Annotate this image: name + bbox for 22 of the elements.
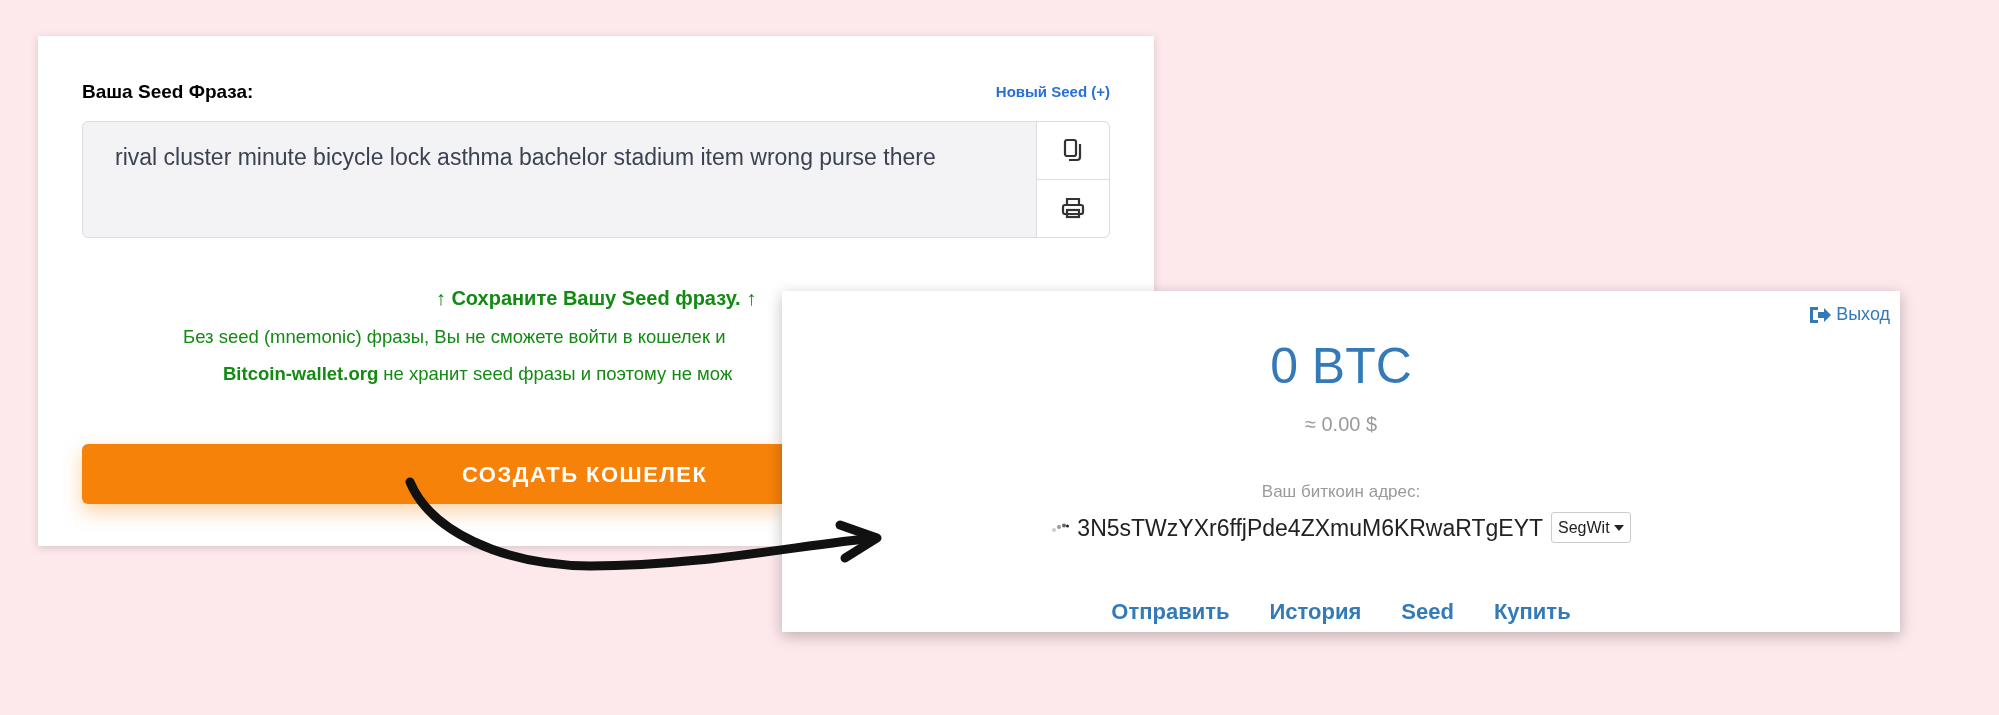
copy-icon xyxy=(1063,138,1083,162)
logout-icon xyxy=(1808,304,1833,325)
bitcoin-address: 3N5sTWzYXr6ffjPde4ZXmuM6KRwaRTgEYT xyxy=(1077,513,1544,543)
address-label: Ваш биткоин адрес: xyxy=(1261,481,1421,503)
nav-link[interactable]: Отправить xyxy=(1111,595,1230,628)
balance-amount: 0 BTC xyxy=(1270,341,1412,391)
nav-link[interactable]: История xyxy=(1269,595,1362,628)
notice-text: Bitcoin-wallet.org не хранит seed фразы и поэтому не мож xyxy=(223,362,733,387)
address-type-dropdown[interactable]: SegWit xyxy=(1551,512,1631,544)
nav-link[interactable]: Seed xyxy=(1401,595,1454,628)
nav-link[interactable]: Купить xyxy=(1493,595,1571,628)
notice-heading: ↑ Сохраните Вашу Seed фразу. ↑ xyxy=(435,286,757,309)
section-title: Ваша Seed Фраза: xyxy=(82,80,254,104)
loading-icon xyxy=(1051,522,1070,533)
new-seed-link[interactable]: Новый Seed (+) xyxy=(995,81,1110,104)
print-icon xyxy=(1061,196,1085,220)
seed-phrase-field[interactable]: rival cluster minute bicycle lock asthma bachelor stadium item wrong purse there xyxy=(82,120,1110,238)
create-wallet-button[interactable]: СОЗДАТЬ КОШЕЛЕК xyxy=(82,444,782,504)
logout-link[interactable]: Выход xyxy=(1808,301,1890,328)
caret-icon xyxy=(1613,524,1624,531)
notice-text: Без seed (mnemonic) фразы, Вы не сможете войти в кошелек и xyxy=(183,324,726,349)
fiat-amount: ≈ 0.00 $ xyxy=(1304,412,1378,437)
